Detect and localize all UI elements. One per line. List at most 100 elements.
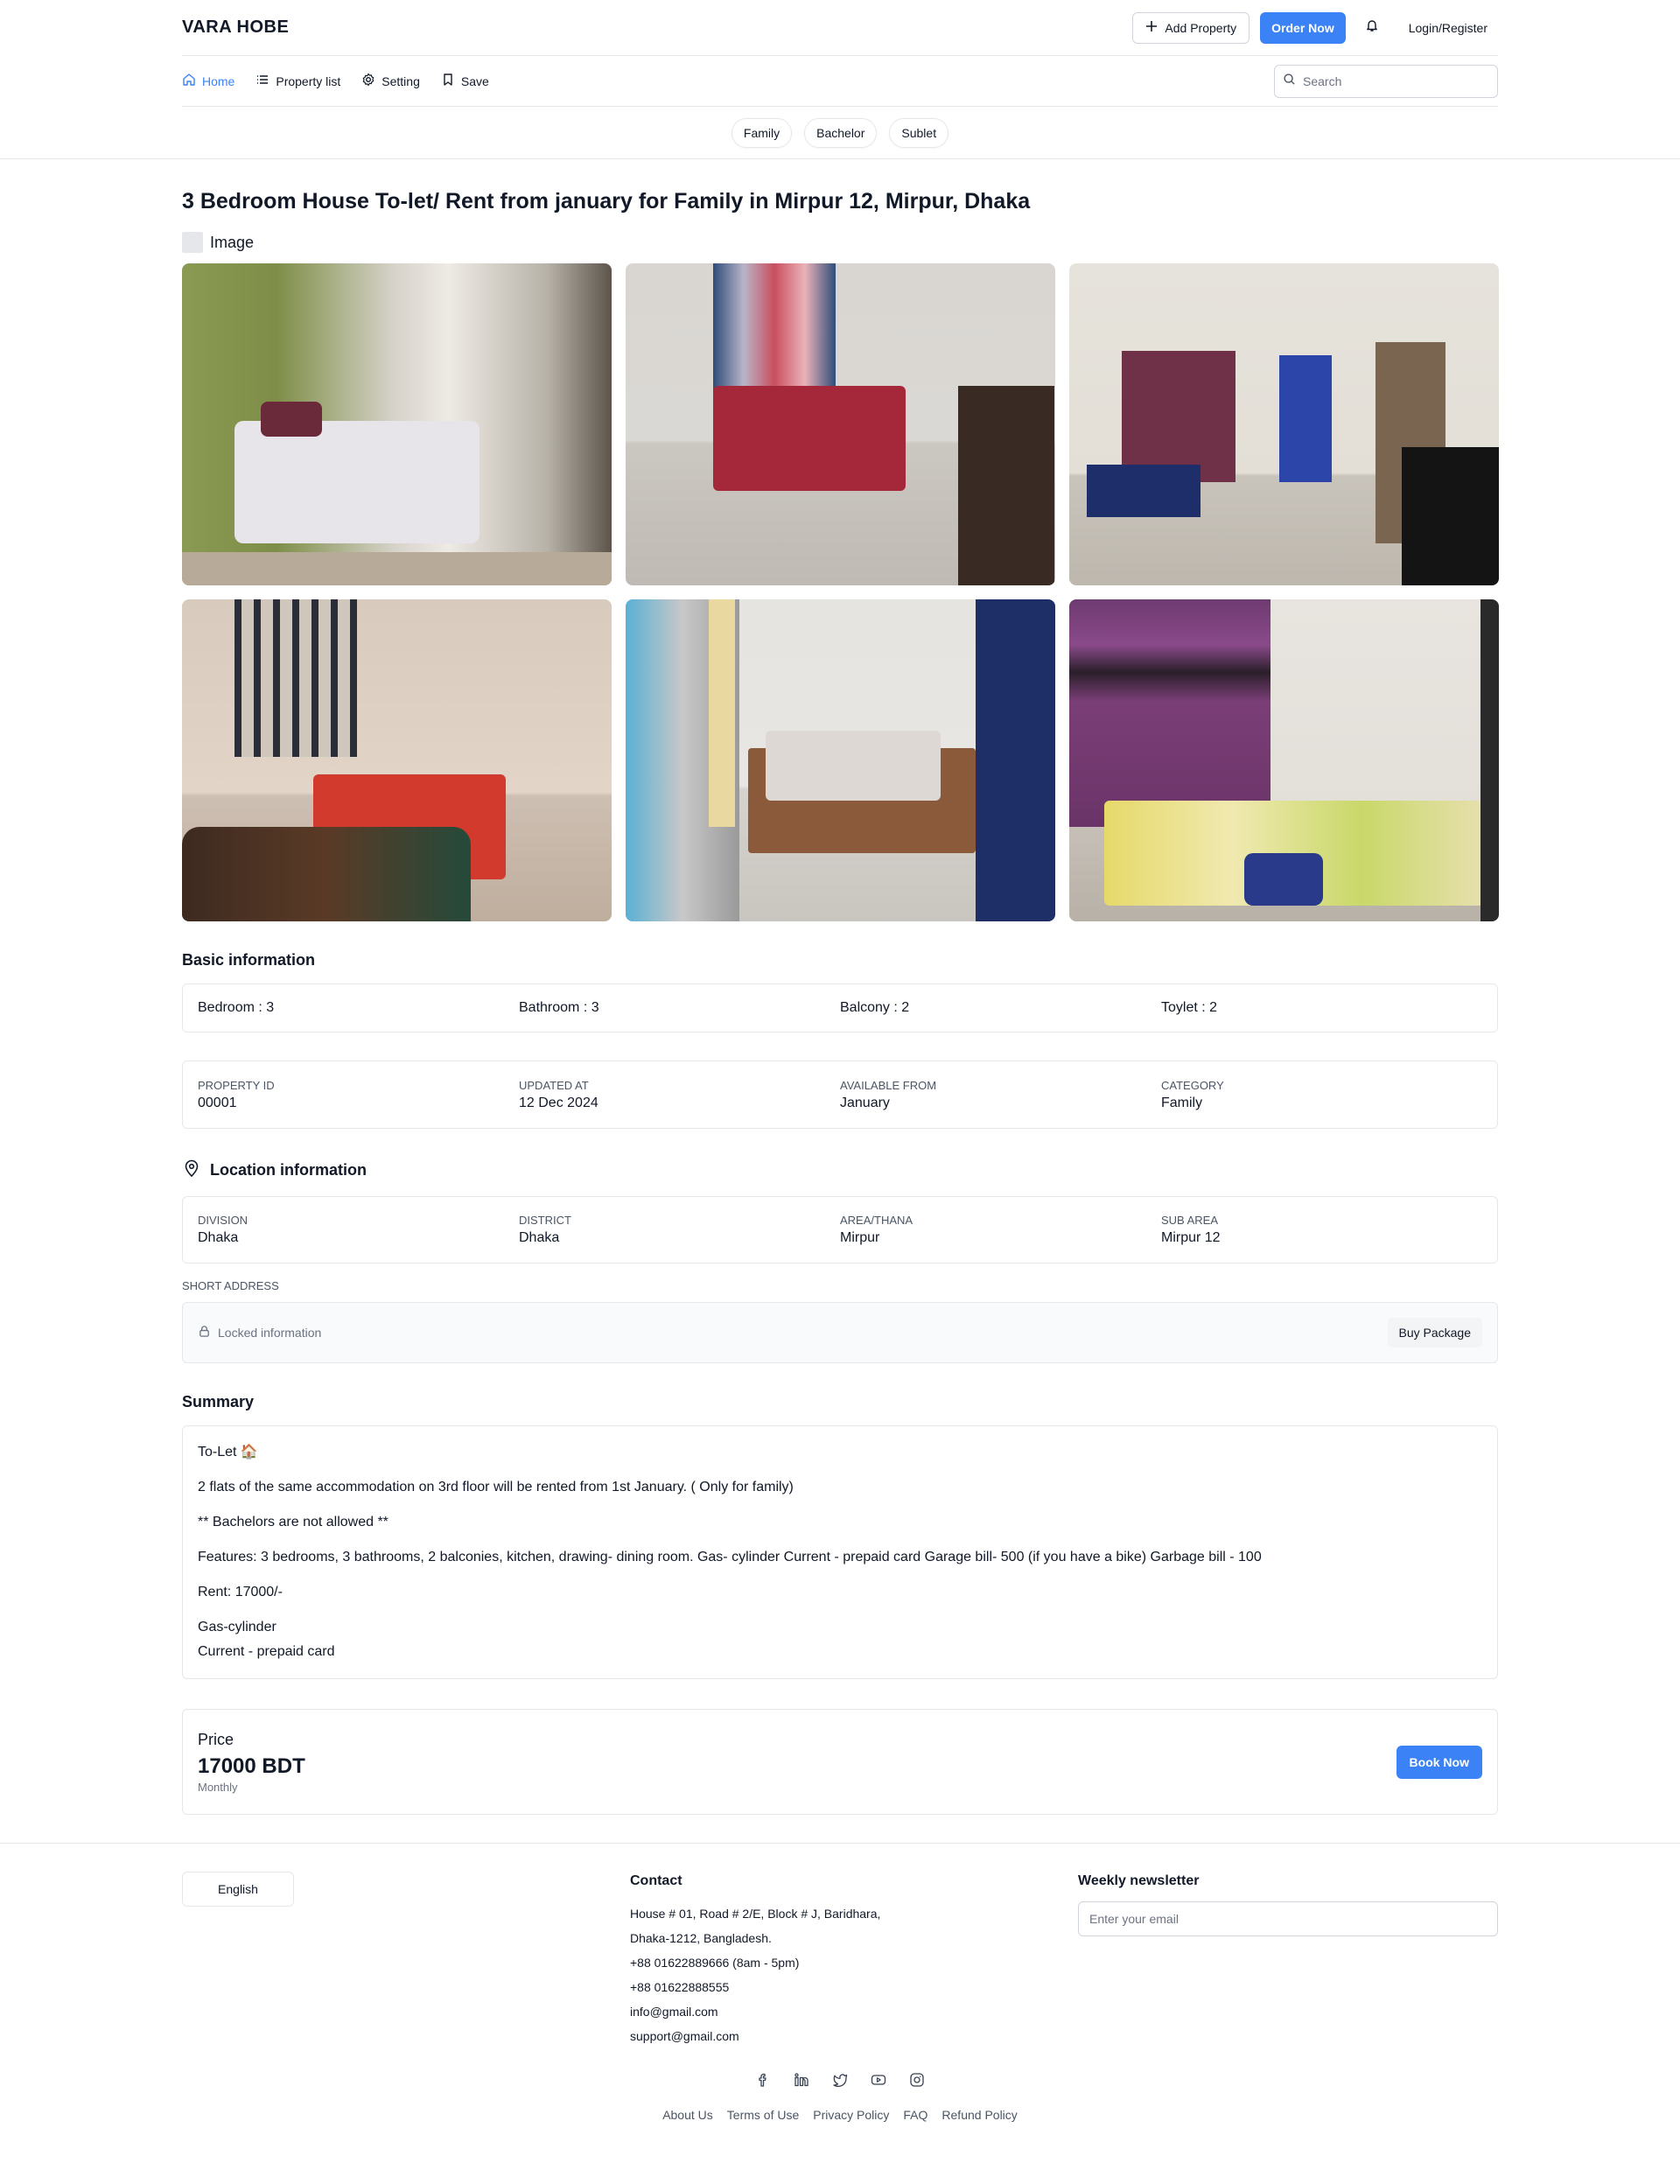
top-bar: VARA HOBE Add Property Order Now Login/R… bbox=[182, 0, 1498, 56]
location-header: Location information bbox=[182, 1158, 1498, 1182]
property-photo[interactable] bbox=[626, 599, 1055, 921]
refund-policy-link[interactable]: Refund Policy bbox=[942, 2108, 1017, 2122]
meta-value: 12 Dec 2024 bbox=[519, 1095, 598, 1110]
property-photo[interactable] bbox=[1069, 599, 1499, 921]
contact-email[interactable]: support@gmail.com bbox=[630, 2024, 1078, 2048]
balcony-count: Balcony : 2 bbox=[840, 1000, 910, 1015]
listing-title: 3 Bedroom House To-let/ Rent from januar… bbox=[182, 189, 1031, 214]
brand-logo[interactable]: VARA HOBE bbox=[182, 18, 289, 38]
locked-address-box: Locked information Buy Package bbox=[182, 1302, 1498, 1363]
summary-line: Gas-cylinder bbox=[198, 1620, 276, 1634]
sub-area-cell: SUB AREA Mirpur 12 bbox=[1161, 1214, 1482, 1246]
footer-newsletter-column: Weekly newsletter bbox=[1078, 1872, 1498, 2048]
contact-phone[interactable]: +88 01622888555 bbox=[630, 1975, 1078, 1999]
contact-email[interactable]: info@gmail.com bbox=[630, 1999, 1078, 2024]
main-nav: Home Property list Setting Save bbox=[182, 56, 1498, 107]
location-key: DISTRICT bbox=[519, 1214, 571, 1227]
twitter-icon[interactable] bbox=[831, 2071, 849, 2089]
bathroom-count: Bathroom : 3 bbox=[519, 1000, 599, 1015]
property-id-cell: PROPERTY ID 00001 bbox=[198, 1079, 519, 1111]
notification-button[interactable] bbox=[1356, 12, 1388, 44]
meta-key: UPDATED AT bbox=[519, 1078, 589, 1092]
search-input[interactable] bbox=[1303, 74, 1478, 88]
basic-info-box: Bedroom : 3 Bathroom : 3 Balcony : 2 Toy… bbox=[182, 984, 1498, 1032]
property-photo[interactable] bbox=[626, 263, 1055, 585]
nav-property-list[interactable]: Property list bbox=[256, 73, 340, 89]
nav-save-label: Save bbox=[460, 74, 489, 88]
price-value: 17000 BDT bbox=[198, 1754, 305, 1778]
summary-box: To-Let 🏠 2 flats of the same accommodati… bbox=[182, 1425, 1498, 1679]
summary-line: To-Let 🏠 bbox=[198, 1445, 258, 1460]
available-from-cell: AVAILABLE FROM January bbox=[840, 1079, 1161, 1111]
nav-save[interactable]: Save bbox=[441, 73, 489, 89]
login-register-link[interactable]: Login/Register bbox=[1398, 21, 1498, 35]
location-key: SUB AREA bbox=[1161, 1214, 1219, 1227]
location-title: Location information bbox=[210, 1161, 367, 1179]
buy-package-button[interactable]: Buy Package bbox=[1387, 1318, 1482, 1348]
footer-contact-column: Contact House # 01, Road # 2/E, Block # … bbox=[630, 1872, 1078, 2048]
location-value: Dhaka bbox=[198, 1230, 239, 1245]
price-box: Price 17000 BDT Monthly Book Now bbox=[182, 1709, 1498, 1815]
gear-icon bbox=[361, 73, 375, 89]
category-chip-bachelor[interactable]: Bachelor bbox=[804, 117, 878, 148]
district-cell: DISTRICT Dhaka bbox=[519, 1214, 840, 1246]
meta-key: AVAILABLE FROM bbox=[840, 1078, 937, 1092]
faq-link[interactable]: FAQ bbox=[903, 2108, 928, 2122]
facebook-icon[interactable] bbox=[754, 2071, 772, 2089]
summary-line: 2 flats of the same accommodation on 3rd… bbox=[198, 1480, 794, 1494]
short-address-label: SHORT ADDRESS bbox=[182, 1279, 279, 1292]
footer-links: About Us Terms of Use Privacy Policy FAQ… bbox=[182, 2108, 1498, 2122]
image-label-text: Image bbox=[210, 233, 255, 251]
bookmark-icon bbox=[441, 73, 455, 89]
category-filter: Family Bachelor Sublet bbox=[182, 107, 1498, 158]
add-property-button[interactable]: Add Property bbox=[1132, 11, 1250, 44]
footer: English Contact House # 01, Road # 2/E, … bbox=[0, 1843, 1680, 2122]
nav-home-label: Home bbox=[202, 74, 235, 88]
location-key: AREA/THANA bbox=[840, 1214, 914, 1227]
plus-icon bbox=[1145, 20, 1158, 35]
nav-setting[interactable]: Setting bbox=[361, 73, 420, 89]
division-cell: DIVISION Dhaka bbox=[198, 1214, 519, 1246]
property-photo[interactable] bbox=[182, 263, 612, 585]
header-divider bbox=[0, 158, 1680, 159]
language-selector[interactable]: English bbox=[182, 1872, 294, 1907]
summary-line: Current - prepaid card bbox=[198, 1644, 335, 1659]
bell-icon bbox=[1365, 18, 1379, 37]
newsletter-email-input[interactable] bbox=[1078, 1901, 1498, 1936]
meta-key: PROPERTY ID bbox=[198, 1078, 275, 1092]
summary-line: Features: 3 bedrooms, 3 bathrooms, 2 bal… bbox=[198, 1550, 1262, 1564]
meta-value: Family bbox=[1161, 1095, 1203, 1110]
basic-info-title: Basic information bbox=[182, 951, 316, 969]
about-us-link[interactable]: About Us bbox=[662, 2108, 713, 2122]
nav-home[interactable]: Home bbox=[182, 73, 234, 89]
nav-property-list-label: Property list bbox=[276, 74, 341, 88]
youtube-icon[interactable] bbox=[870, 2071, 887, 2089]
footer-language-column: English bbox=[182, 1872, 630, 2048]
price-info: Price 17000 BDT Monthly bbox=[198, 1731, 305, 1794]
top-actions: Add Property Order Now Login/Register bbox=[1132, 11, 1498, 44]
contact-address: House # 01, Road # 2/E, Block # J, Barid… bbox=[630, 1907, 881, 1921]
property-photo[interactable] bbox=[1069, 263, 1499, 585]
summary-title: Summary bbox=[182, 1393, 255, 1410]
map-pin-icon bbox=[182, 1158, 201, 1182]
summary-line: Rent: 17000/- bbox=[198, 1585, 283, 1600]
home-icon bbox=[182, 73, 196, 89]
book-now-button[interactable]: Book Now bbox=[1396, 1745, 1482, 1779]
image-placeholder-icon bbox=[182, 232, 203, 253]
toilet-count: Toylet : 2 bbox=[1161, 1000, 1218, 1015]
meta-value: January bbox=[840, 1095, 890, 1110]
category-chip-sublet[interactable]: Sublet bbox=[889, 117, 949, 148]
category-cell: CATEGORY Family bbox=[1161, 1079, 1482, 1111]
category-chip-family[interactable]: Family bbox=[731, 117, 793, 148]
property-photo[interactable] bbox=[182, 599, 612, 921]
property-meta-box: PROPERTY ID 00001 UPDATED AT 12 Dec 2024… bbox=[182, 1060, 1498, 1129]
contact-title: Contact bbox=[630, 1873, 682, 1888]
instagram-icon[interactable] bbox=[908, 2071, 926, 2089]
contact-phone[interactable]: +88 01622889666 (8am - 5pm) bbox=[630, 1950, 1078, 1975]
search-field[interactable] bbox=[1274, 64, 1498, 98]
privacy-policy-link[interactable]: Privacy Policy bbox=[813, 2108, 889, 2122]
linkedin-icon[interactable] bbox=[793, 2071, 810, 2089]
order-now-button[interactable]: Order Now bbox=[1260, 11, 1346, 44]
terms-of-use-link[interactable]: Terms of Use bbox=[727, 2108, 799, 2122]
location-value: Mirpur 12 bbox=[1161, 1230, 1221, 1245]
